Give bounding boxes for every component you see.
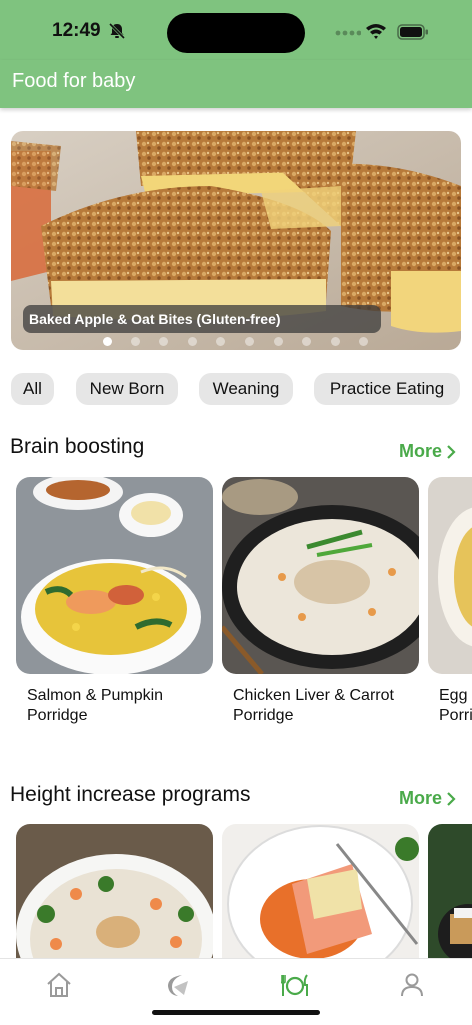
- section-title-height-increase: Height increase programs: [10, 783, 251, 806]
- hero-caption: Baked Apple & Oat Bites (Gluten-free): [23, 305, 381, 333]
- dynamic-island: [167, 13, 305, 53]
- recipe-card-image[interactable]: [16, 824, 213, 958]
- signal-dots-icon: [335, 30, 361, 36]
- home-indicator: [152, 1010, 320, 1015]
- page-dot[interactable]: [159, 337, 168, 346]
- page-dot[interactable]: [216, 337, 225, 346]
- app-title: Food for baby: [12, 70, 136, 92]
- recipe-card-image[interactable]: [16, 477, 213, 674]
- page-dot[interactable]: [103, 337, 112, 346]
- shrimp-porridge-image: [16, 824, 213, 958]
- battery-icon: [397, 24, 428, 40]
- page-dot[interactable]: [131, 337, 140, 346]
- home-icon[interactable]: [45, 971, 73, 999]
- salmon-porridge-image: [16, 477, 213, 674]
- recipe-card-image[interactable]: [222, 824, 419, 958]
- food-icon[interactable]: [281, 971, 309, 999]
- category-chip-all[interactable]: All: [11, 373, 54, 405]
- category-chip-practice-eating[interactable]: Practice Eating: [314, 373, 460, 405]
- bell-muted-icon: [108, 22, 126, 40]
- moon-icon[interactable]: [164, 971, 192, 999]
- recipe-card-image[interactable]: [428, 477, 472, 674]
- status-time: 12:49: [52, 20, 101, 41]
- category-chip-new-born[interactable]: New Born: [76, 373, 178, 405]
- recipe-card-image[interactable]: [222, 477, 419, 674]
- chevron-right-icon: [447, 792, 456, 807]
- recipe-card-title[interactable]: Chicken Liver & Carrot Porridge: [233, 686, 423, 726]
- section-title-brain-boosting: Brain boosting: [10, 435, 145, 458]
- page-dot[interactable]: [188, 337, 197, 346]
- wrap-dish-image: [428, 824, 472, 958]
- wifi-icon: [366, 24, 386, 39]
- page-dot[interactable]: [274, 337, 283, 346]
- height-increase-more-link[interactable]: More: [399, 788, 456, 809]
- salmon-sweet-potato-image: [222, 824, 419, 958]
- app-bar: Food for baby: [0, 60, 472, 108]
- carousel-page-indicator: [11, 337, 461, 347]
- user-icon[interactable]: [398, 971, 426, 999]
- category-chip-weaning[interactable]: Weaning: [199, 373, 293, 405]
- chicken-porridge-image: [222, 477, 419, 674]
- more-label: More: [399, 788, 443, 808]
- brain-boosting-more-link[interactable]: More: [399, 441, 456, 462]
- page-dot[interactable]: [331, 337, 340, 346]
- status-bar: 12:49: [0, 0, 472, 60]
- more-label: More: [399, 441, 443, 461]
- page-dot[interactable]: [245, 337, 254, 346]
- egg-porridge-image: [428, 477, 472, 674]
- recipe-card-title[interactable]: Salmon & Pumpkin Porridge: [27, 686, 217, 726]
- chevron-right-icon: [447, 445, 456, 460]
- page-dot[interactable]: [359, 337, 368, 346]
- hero-carousel[interactable]: Baked Apple & Oat Bites (Gluten-free): [11, 131, 461, 350]
- page-dot[interactable]: [302, 337, 311, 346]
- recipe-card-title[interactable]: Egg Porri: [439, 686, 472, 726]
- recipe-card-image[interactable]: [428, 824, 472, 958]
